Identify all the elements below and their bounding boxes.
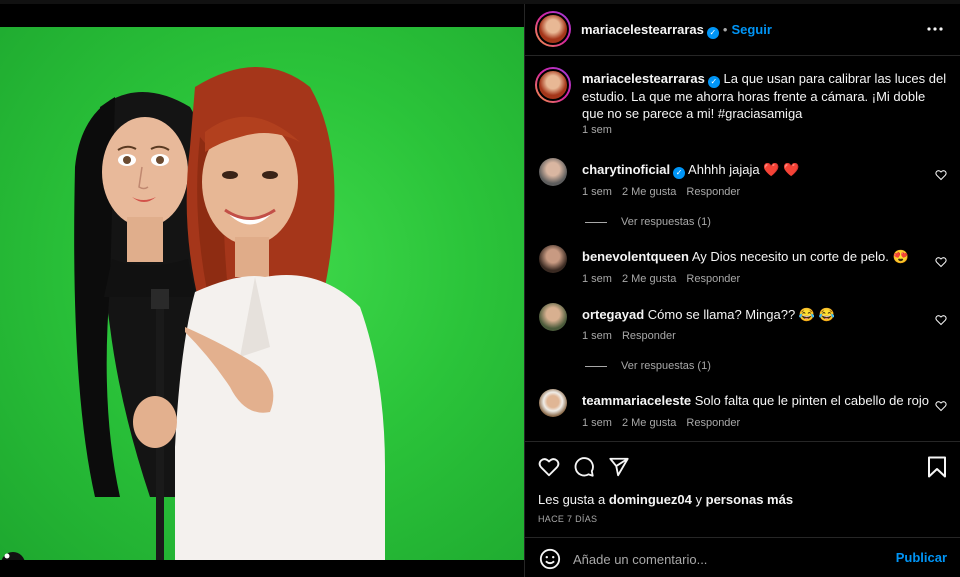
- comment-username[interactable]: benevolentqueen: [582, 249, 689, 264]
- post-details-panel: mariacelestearraras ✓ • Seguir mariaceleste…: [524, 4, 960, 577]
- author-username[interactable]: mariacelestearraras: [581, 22, 704, 37]
- post-header: mariacelestearraras ✓ • Seguir: [525, 4, 960, 56]
- like-heart-icon[interactable]: [538, 456, 560, 478]
- comment-time[interactable]: 1 sem: [582, 186, 612, 198]
- more-options-icon[interactable]: [927, 23, 943, 35]
- comment-username[interactable]: ortegayad: [582, 307, 644, 322]
- view-replies-button[interactable]: Ver respuestas (1): [585, 216, 711, 228]
- like-comment-heart-icon[interactable]: [935, 169, 947, 181]
- caption-time[interactable]: 1 sem: [582, 124, 612, 136]
- likes-user[interactable]: dominguez04: [609, 492, 692, 507]
- reply-button[interactable]: Responder: [622, 330, 676, 342]
- comment-avatar[interactable]: [539, 158, 567, 186]
- comment-item: teammariaceleste Solo falta que le pinte…: [582, 392, 952, 409]
- comment-likes[interactable]: 2 Me gusta: [622, 186, 676, 198]
- caption-meta: 1 sem: [582, 124, 622, 136]
- comment-bubble-icon[interactable]: [573, 456, 595, 478]
- publish-button[interactable]: Publicar: [896, 550, 947, 565]
- separator-dot: •: [722, 22, 728, 37]
- likes-prefix: Les gusta a: [538, 492, 609, 507]
- comment-meta: 1 sem 2 Me gusta Responder: [582, 273, 750, 285]
- add-comment-bar: Publicar: [525, 537, 960, 577]
- caption-username[interactable]: mariacelestearraras: [582, 71, 705, 86]
- reply-button[interactable]: Responder: [686, 417, 740, 429]
- reply-button[interactable]: Responder: [686, 273, 740, 285]
- comment-avatar[interactable]: [539, 389, 567, 417]
- comment-item: benevolentqueen Ay Dios necesito un cort…: [582, 248, 942, 265]
- comment-text: Cómo se llama? Minga?? 😂 😂: [647, 307, 835, 322]
- post-actions: Les gusta a dominguez04 y personas más H…: [525, 441, 960, 537]
- comment-item: ortegayad Cómo se llama? Minga?? 😂 😂: [582, 306, 942, 323]
- comment-meta: 1 sem 2 Me gusta Responder: [582, 186, 750, 198]
- save-bookmark-icon[interactable]: [927, 456, 947, 478]
- comment-text: Solo falta que le pinten el cabello de r…: [694, 393, 929, 408]
- emoji-icon[interactable]: [539, 548, 561, 570]
- comment-meta: 1 sem 2 Me gusta Responder: [582, 417, 750, 429]
- comment-text: Ay Dios necesito un corte de pelo. 😍: [691, 249, 909, 264]
- follow-button[interactable]: Seguir: [731, 22, 771, 37]
- comment-username[interactable]: teammariaceleste: [582, 393, 691, 408]
- replies-divider-line: [585, 365, 607, 367]
- view-replies-button[interactable]: Ver respuestas (1): [585, 360, 711, 372]
- reply-button[interactable]: Responder: [686, 186, 740, 198]
- likes-summary[interactable]: Les gusta a dominguez04 y personas más: [538, 492, 793, 507]
- comment-time[interactable]: 1 sem: [582, 330, 612, 342]
- post-timestamp[interactable]: HACE 7 DÍAS: [538, 514, 597, 524]
- like-comment-heart-icon[interactable]: [935, 400, 947, 412]
- comment-meta: 1 sem Responder: [582, 330, 686, 342]
- likes-middle: y: [691, 492, 706, 507]
- replies-divider-line: [585, 221, 607, 223]
- author-avatar[interactable]: [535, 11, 571, 47]
- user-icon: [4, 553, 10, 559]
- view-replies-label: Ver respuestas (1): [621, 216, 711, 228]
- comment-likes[interactable]: 2 Me gusta: [622, 417, 676, 429]
- caption-author-avatar[interactable]: [535, 67, 571, 103]
- comments-list[interactable]: mariacelestearraras ✓ La que usan para ca…: [525, 57, 960, 441]
- comment-likes[interactable]: 2 Me gusta: [622, 273, 676, 285]
- view-replies-label: Ver respuestas (1): [621, 360, 711, 372]
- verified-badge-icon: ✓: [706, 27, 719, 39]
- comment-input[interactable]: [573, 549, 873, 569]
- like-comment-heart-icon[interactable]: [935, 256, 947, 268]
- post-photo-illustration: [74, 67, 385, 560]
- comment-text: Ahhhh jajaja ❤️ ❤️: [688, 162, 800, 177]
- verified-badge-icon: ✓: [707, 76, 720, 88]
- comment-time[interactable]: 1 sem: [582, 417, 612, 429]
- post-image[interactable]: [0, 27, 524, 560]
- post-caption: mariacelestearraras ✓ La que usan para ca…: [582, 70, 947, 122]
- comment-item: charytinoficial ✓ Ahhhh jajaja ❤️ ❤️: [582, 161, 922, 179]
- likes-suffix[interactable]: personas más: [706, 492, 793, 507]
- like-comment-heart-icon[interactable]: [935, 314, 947, 326]
- verified-badge-icon: ✓: [673, 167, 686, 179]
- comment-avatar[interactable]: [539, 245, 567, 273]
- comment-time[interactable]: 1 sem: [582, 273, 612, 285]
- comment-avatar[interactable]: [539, 303, 567, 331]
- comment-username[interactable]: charytinoficial: [582, 162, 670, 177]
- author-line: mariacelestearraras ✓ • Seguir: [581, 21, 772, 39]
- share-send-icon[interactable]: [608, 456, 630, 478]
